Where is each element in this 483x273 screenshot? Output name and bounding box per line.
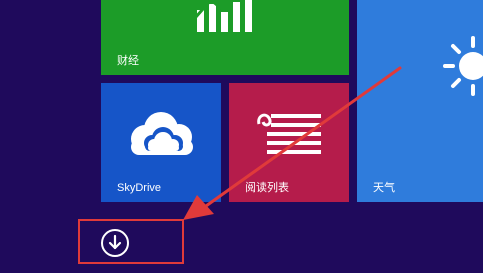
annotation-arrow bbox=[183, 66, 402, 220]
